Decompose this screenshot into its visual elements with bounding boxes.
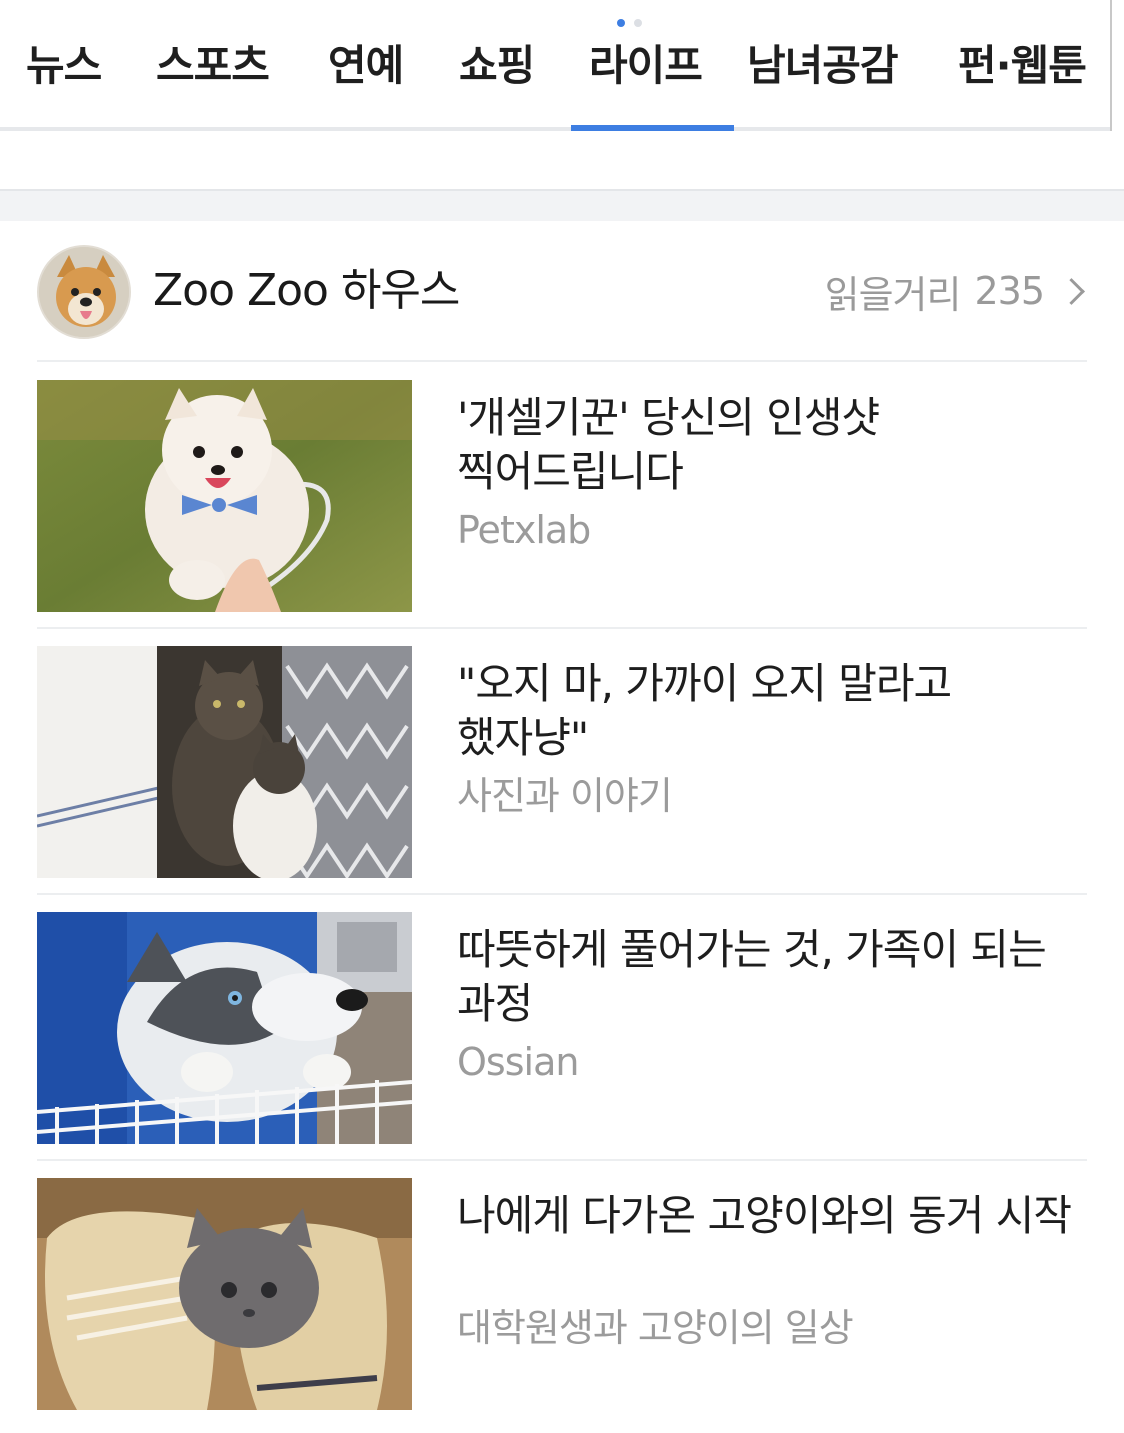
article-source: Ossian [457, 1040, 579, 1084]
article-item[interactable]: 따뜻하게 풀어가는 것, 가족이 되는 과정 Ossian [37, 895, 1087, 1161]
page-indicator [617, 19, 642, 27]
article-item[interactable]: "오지 마, 가까이 오지 말라고 했자냥" 사진과 이야기 [37, 629, 1087, 895]
section-header: Zoo Zoo 하우스 읽을거리 235 [37, 245, 1087, 341]
article-item[interactable]: '개셀기꾼' 당신의 인생샷 찍어드립니다 Petxlab [37, 363, 1087, 629]
chevron-right-icon [1058, 277, 1085, 305]
article-title: '개셀기꾼' 당신의 인생샷 찍어드립니다 [457, 393, 880, 496]
kitten-in-shoe-photo-icon [37, 1178, 412, 1410]
more-count: 235 [974, 269, 1045, 313]
category-tab-bar: 뉴스 스포츠 연예 쇼핑 라이프 남녀공감 펀·웹툰 [0, 0, 1124, 131]
article-item[interactable]: 나에게 다가온 고양이와의 동거 시작 대학원생과 고양이의 일상 [37, 1161, 1087, 1427]
spacer [0, 131, 1124, 189]
article-source: Petxlab [457, 508, 591, 552]
tab-fun-webtoon[interactable]: 펀·웹툰 [958, 36, 1087, 96]
header-divider [37, 360, 1087, 362]
tab-sports[interactable]: 스포츠 [156, 36, 270, 96]
page-dot-active [617, 19, 625, 27]
two-cats-photo-icon [37, 646, 412, 878]
more-link[interactable]: 읽을거리 235 [825, 263, 1087, 319]
article-title: "오지 마, 가까이 오지 말라고 했자냥" [457, 659, 952, 762]
article-title: 따뜻하게 풀어가는 것, 가족이 되는 과정 [457, 925, 1047, 1028]
article-source: 사진과 이야기 [457, 774, 673, 818]
section-separator [0, 189, 1124, 221]
more-label: 읽을거리 [824, 272, 962, 317]
zoo-zoo-house-section: Zoo Zoo 하우스 읽을거리 235 '개셀기꾼' 당신의 인생샷 찍어드립… [0, 221, 1124, 1433]
section-title[interactable]: Zoo Zoo 하우스 [153, 261, 460, 321]
tab-life[interactable]: 라이프 [589, 36, 703, 96]
pomeranian-photo-icon [37, 380, 412, 612]
page-dot [634, 19, 642, 27]
husky-photo-icon [37, 912, 412, 1144]
puppy-avatar-icon[interactable] [37, 245, 131, 339]
tab-gender-talk[interactable]: 남녀공감 [747, 36, 899, 96]
tab-shopping[interactable]: 쇼핑 [459, 36, 535, 96]
article-source: 대학원생과 고양이의 일상 [457, 1306, 854, 1350]
tab-entertainment[interactable]: 연예 [328, 36, 404, 96]
article-title: 나에게 다가온 고양이와의 동거 시작 [457, 1191, 1072, 1240]
tab-news[interactable]: 뉴스 [26, 36, 102, 96]
